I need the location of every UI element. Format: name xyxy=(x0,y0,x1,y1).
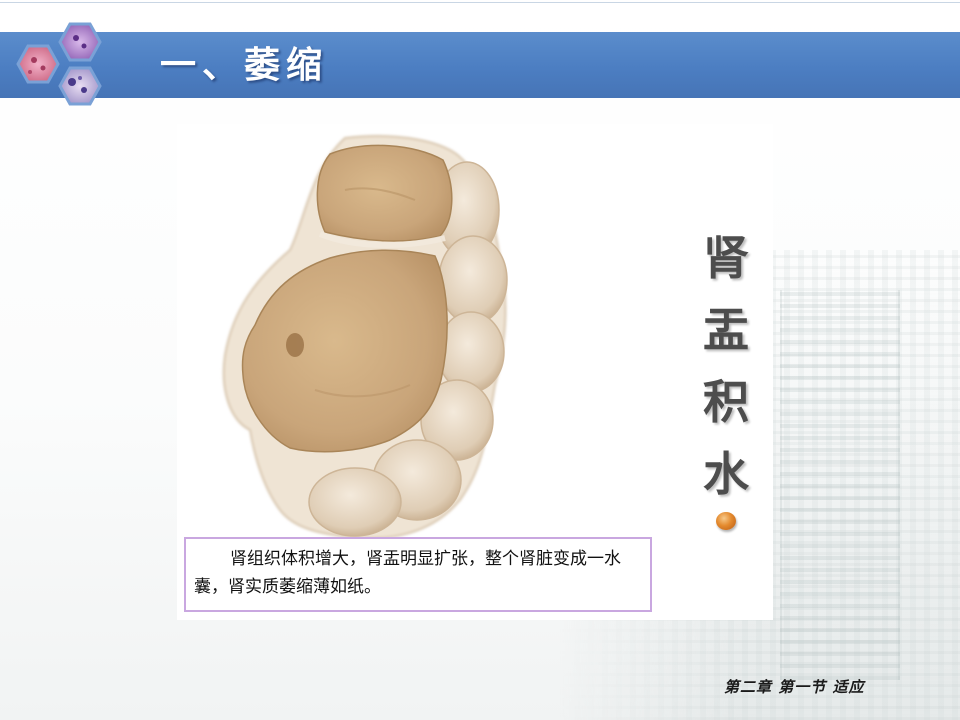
caption-box: 肾组织体积增大，肾盂明显扩张，整个肾脏变成一水囊，肾实质萎缩薄如纸。 xyxy=(184,537,652,612)
hexagon-microscopy-logo-icon xyxy=(16,22,102,106)
top-rule xyxy=(0,2,960,3)
orange-dot-icon xyxy=(716,512,736,530)
chapter-footer-label: 第二章 第一节 适应 xyxy=(724,678,865,696)
header-bar xyxy=(0,32,960,98)
vertical-title-char: 肾 xyxy=(703,231,749,285)
figure-caption: 肾组织体积增大，肾盂明显扩张，整个肾脏变成一水囊，肾实质萎缩薄如纸。 xyxy=(194,549,621,597)
kidney-specimen-image xyxy=(222,135,508,540)
vertical-title-char: 积 xyxy=(703,375,749,429)
vertical-title-char: 盂 xyxy=(703,303,749,357)
building-tower-backdrop xyxy=(780,290,900,680)
vertical-title-char: 水 xyxy=(703,447,749,501)
page-title: 一、萎缩 xyxy=(160,44,329,86)
vertical-figure-title: 肾 盂 积 水 xyxy=(700,222,752,510)
